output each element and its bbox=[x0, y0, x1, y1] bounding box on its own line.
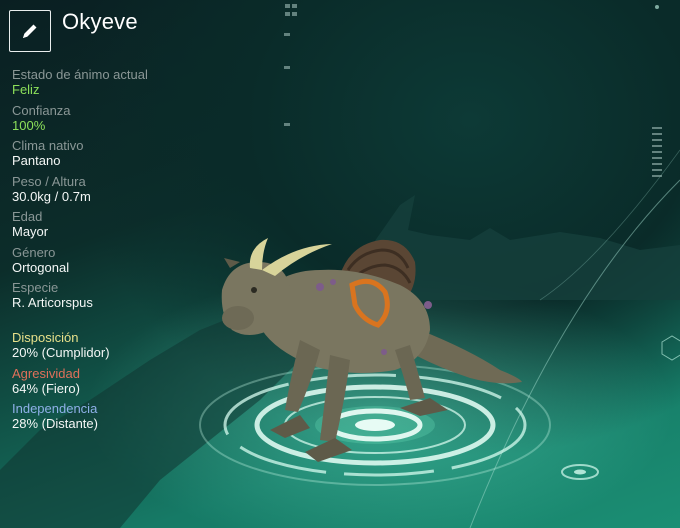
stat-label: Especie bbox=[12, 280, 59, 295]
stat-climate: Clima nativo Pantano bbox=[12, 138, 212, 168]
edit-name-button[interactable] bbox=[9, 10, 51, 52]
stat-label: Confianza bbox=[12, 102, 71, 118]
trait-label: Agresividad bbox=[12, 365, 80, 381]
stats-list: Estado de ánimo actual Feliz Confianza 1… bbox=[12, 67, 212, 316]
trait-value: 20% (Cumplidor) bbox=[12, 345, 110, 360]
stat-value: 100% bbox=[12, 117, 46, 133]
stat-value: Mayor bbox=[12, 224, 49, 239]
stat-gender: Género Ortogonal bbox=[12, 245, 212, 275]
trait-label: Independencia bbox=[12, 401, 98, 416]
trait-disposition: Disposición 20% (Cumplidor) bbox=[12, 330, 212, 360]
stat-label: Género bbox=[12, 244, 56, 260]
stat-label: Clima nativo bbox=[12, 138, 84, 153]
pencil-icon bbox=[23, 24, 37, 38]
stat-value: R. Articorspus bbox=[12, 295, 93, 310]
stat-age: Edad Mayor bbox=[12, 209, 212, 239]
stat-label: Estado de ánimo actual bbox=[12, 67, 148, 82]
trait-aggression: Agresividad 64% (Fiero) bbox=[12, 366, 212, 396]
stat-label: Edad bbox=[12, 209, 43, 224]
trait-value: 64% (Fiero) bbox=[12, 380, 80, 396]
stat-value: Feliz bbox=[12, 82, 40, 97]
creature-name: Okyeve bbox=[62, 9, 138, 34]
stat-trust: Confianza 100% bbox=[12, 103, 212, 133]
trait-label: Disposición bbox=[12, 330, 79, 345]
stat-value: 30.0kg / 0.7m bbox=[12, 188, 91, 204]
stat-label: Peso / Altura bbox=[12, 173, 86, 189]
trait-independence: Independencia 28% (Distante) bbox=[12, 401, 212, 431]
stat-mood: Estado de ánimo actual Feliz bbox=[12, 67, 212, 97]
stat-value: Ortogonal bbox=[12, 259, 70, 275]
stat-species: Especie R. Articorspus bbox=[12, 280, 212, 310]
traits-list: Disposición 20% (Cumplidor) Agresividad … bbox=[12, 330, 212, 437]
trait-value: 28% (Distante) bbox=[12, 416, 98, 431]
stat-weight-height: Peso / Altura 30.0kg / 0.7m bbox=[12, 174, 212, 204]
stat-value: Pantano bbox=[12, 153, 61, 168]
